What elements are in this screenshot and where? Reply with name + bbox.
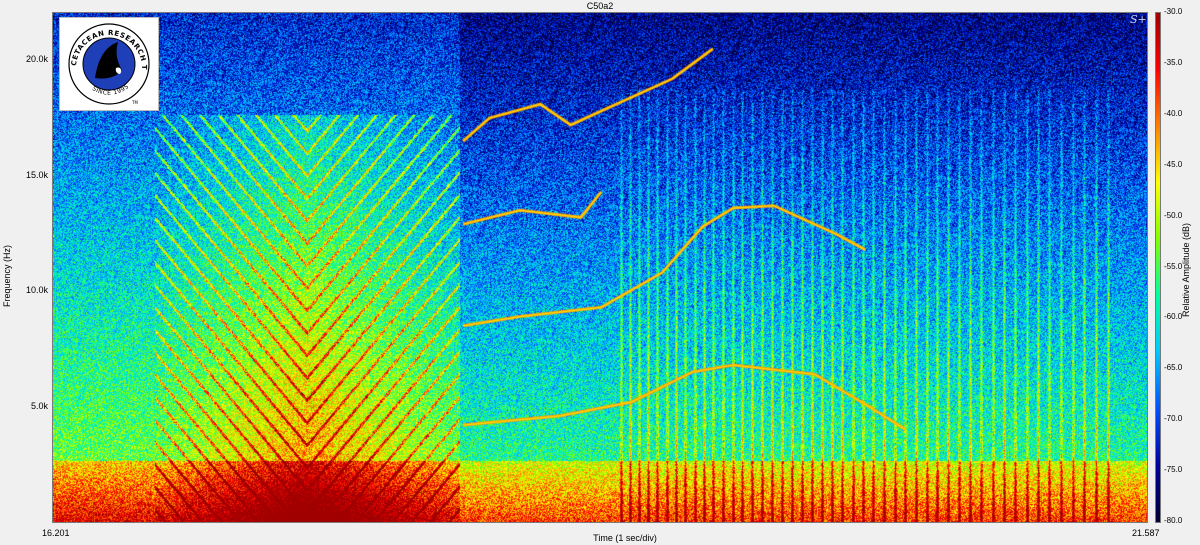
- colorbar-tick-label: -80.0: [1164, 516, 1183, 525]
- x-start-label: 16.201: [42, 528, 70, 538]
- y-tick-label: 5.0k: [30, 400, 48, 411]
- cetacean-research-logo: CETACEAN RESEARCH TECHNOLOGY SINCE 1995 …: [59, 17, 159, 111]
- colorbar-tick-label: -40.0: [1164, 108, 1183, 118]
- colorbar-tick-label: -35.0: [1164, 57, 1183, 67]
- x-end-label: 21.587: [1132, 528, 1160, 538]
- logo-tm: TM: [131, 100, 138, 105]
- colorbar-label: Relative Amplitude (dB): [1181, 222, 1191, 318]
- spectrogram-plot[interactable]: [52, 12, 1148, 523]
- chart-title: C50a2: [586, 1, 614, 11]
- x-axis-label: Time (1 sec/div): [593, 533, 657, 543]
- colorbar-tick-label: -30.0: [1164, 7, 1183, 16]
- colorbar: [1155, 12, 1161, 523]
- y-tick-label: 20.0k: [25, 54, 48, 65]
- colorbar-tick-label: -65.0: [1164, 363, 1183, 373]
- colorbar-tick-label: -70.0: [1164, 414, 1183, 424]
- colorbar-tick-label: -75.0: [1164, 465, 1183, 475]
- y-tick-label: 10.0k: [25, 285, 48, 296]
- splus-watermark-icon: S+: [1130, 13, 1147, 26]
- spectrogram-canvas[interactable]: [53, 13, 1147, 522]
- colorbar-tick-label: -45.0: [1164, 159, 1183, 169]
- y-tick-label: 15.0k: [25, 169, 48, 180]
- y-axis-label: Frequency (Hz): [2, 245, 12, 308]
